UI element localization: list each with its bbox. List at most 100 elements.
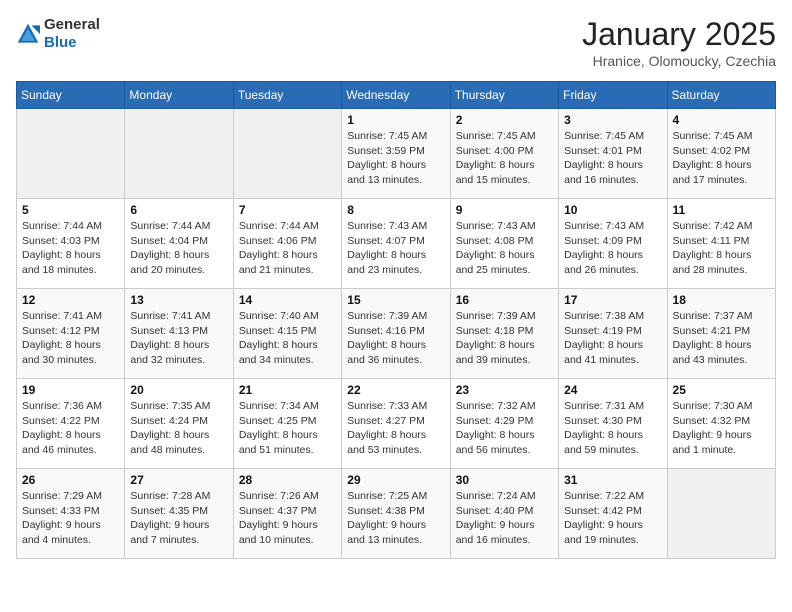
day-info: Sunrise: 7:35 AM Sunset: 4:24 PM Dayligh…: [130, 399, 227, 458]
day-info: Sunrise: 7:25 AM Sunset: 4:38 PM Dayligh…: [347, 489, 444, 548]
day-info: Sunrise: 7:44 AM Sunset: 4:04 PM Dayligh…: [130, 219, 227, 278]
calendar-cell: 23 Sunrise: 7:32 AM Sunset: 4:29 PM Dayli…: [450, 379, 558, 469]
calendar-cell: 29 Sunrise: 7:25 AM Sunset: 4:38 PM Dayli…: [342, 469, 450, 559]
day-info: Sunrise: 7:42 AM Sunset: 4:11 PM Dayligh…: [673, 219, 770, 278]
day-info: Sunrise: 7:32 AM Sunset: 4:29 PM Dayligh…: [456, 399, 553, 458]
day-number: 22: [347, 383, 444, 397]
day-number: 29: [347, 473, 444, 487]
calendar-cell: 18Sunrise: 7:37 AM Sunset: 4:21 PM Dayli…: [667, 289, 775, 379]
calendar-cell: 24 Sunrise: 7:31 AM Sunset: 4:30 PM Dayli…: [559, 379, 667, 469]
calendar-cell: 19 Sunrise: 7:36 AM Sunset: 4:22 PM Dayli…: [17, 379, 125, 469]
calendar-cell: 3 Sunrise: 7:45 AM Sunset: 4:01 PM Daylig…: [559, 109, 667, 199]
calendar-cell: 20 Sunrise: 7:35 AM Sunset: 4:24 PM Dayli…: [125, 379, 233, 469]
day-info: Sunrise: 7:28 AM Sunset: 4:35 PM Dayligh…: [130, 489, 227, 548]
day-number: 9: [456, 203, 553, 217]
day-number: 5: [22, 203, 119, 217]
calendar-cell: 25 Sunrise: 7:30 AM Sunset: 4:32 PM Dayli…: [667, 379, 775, 469]
day-number: 30: [456, 473, 553, 487]
day-info: Sunrise: 7:41 AM Sunset: 4:12 PM Dayligh…: [22, 309, 119, 368]
day-info: Sunrise: 7:44 AM Sunset: 4:06 PM Dayligh…: [239, 219, 336, 278]
day-info: Sunrise: 7:40 AM Sunset: 4:15 PM Dayligh…: [239, 309, 336, 368]
logo-icon: [16, 22, 40, 46]
day-info: Sunrise: 7:45 AM Sunset: 4:00 PM Dayligh…: [456, 129, 553, 188]
day-number: 3: [564, 113, 661, 127]
calendar-cell: [125, 109, 233, 199]
day-info: Sunrise: 7:37 AM Sunset: 4:21 PM Dayligh…: [673, 309, 770, 368]
calendar-cell: [233, 109, 341, 199]
calendar-cell: 17 Sunrise: 7:38 AM Sunset: 4:19 PM Dayli…: [559, 289, 667, 379]
weekday-header: Sunday: [17, 82, 125, 109]
calendar-cell: [667, 469, 775, 559]
calendar-cell: 4Sunrise: 7:45 AM Sunset: 4:02 PM Daylig…: [667, 109, 775, 199]
day-number: 15: [347, 293, 444, 307]
weekday-header: Thursday: [450, 82, 558, 109]
day-info: Sunrise: 7:43 AM Sunset: 4:08 PM Dayligh…: [456, 219, 553, 278]
day-info: Sunrise: 7:22 AM Sunset: 4:42 PM Dayligh…: [564, 489, 661, 548]
calendar-week-row: 5 Sunrise: 7:44 AM Sunset: 4:03 PM Daylig…: [17, 199, 776, 289]
day-number: 17: [564, 293, 661, 307]
day-number: 4: [673, 113, 770, 127]
day-number: 11: [673, 203, 770, 217]
logo-general: General: [44, 16, 100, 34]
day-number: 19: [22, 383, 119, 397]
day-number: 28: [239, 473, 336, 487]
weekday-header: Wednesday: [342, 82, 450, 109]
logo: General Blue: [16, 16, 100, 52]
day-info: Sunrise: 7:41 AM Sunset: 4:13 PM Dayligh…: [130, 309, 227, 368]
calendar-cell: 8 Sunrise: 7:43 AM Sunset: 4:07 PM Daylig…: [342, 199, 450, 289]
day-info: Sunrise: 7:43 AM Sunset: 4:07 PM Dayligh…: [347, 219, 444, 278]
calendar-week-row: 19 Sunrise: 7:36 AM Sunset: 4:22 PM Dayli…: [17, 379, 776, 469]
weekday-header: Tuesday: [233, 82, 341, 109]
day-info: Sunrise: 7:26 AM Sunset: 4:37 PM Dayligh…: [239, 489, 336, 548]
calendar-cell: 14 Sunrise: 7:40 AM Sunset: 4:15 PM Dayli…: [233, 289, 341, 379]
calendar-cell: 9 Sunrise: 7:43 AM Sunset: 4:08 PM Daylig…: [450, 199, 558, 289]
day-info: Sunrise: 7:38 AM Sunset: 4:19 PM Dayligh…: [564, 309, 661, 368]
day-number: 12: [22, 293, 119, 307]
day-number: 23: [456, 383, 553, 397]
logo-blue: Blue: [44, 34, 100, 52]
day-number: 27: [130, 473, 227, 487]
header: General Blue January 2025 Hranice, Olomo…: [16, 16, 776, 69]
calendar-cell: 13 Sunrise: 7:41 AM Sunset: 4:13 PM Dayli…: [125, 289, 233, 379]
day-number: 1: [347, 113, 444, 127]
calendar-week-row: 12 Sunrise: 7:41 AM Sunset: 4:12 PM Dayli…: [17, 289, 776, 379]
month-title: January 2025: [582, 16, 776, 53]
day-number: 2: [456, 113, 553, 127]
day-number: 16: [456, 293, 553, 307]
day-number: 13: [130, 293, 227, 307]
calendar-cell: 5 Sunrise: 7:44 AM Sunset: 4:03 PM Daylig…: [17, 199, 125, 289]
day-info: Sunrise: 7:43 AM Sunset: 4:09 PM Dayligh…: [564, 219, 661, 278]
calendar-cell: 15 Sunrise: 7:39 AM Sunset: 4:16 PM Dayli…: [342, 289, 450, 379]
day-info: Sunrise: 7:44 AM Sunset: 4:03 PM Dayligh…: [22, 219, 119, 278]
day-number: 14: [239, 293, 336, 307]
title-area: January 2025 Hranice, Olomoucky, Czechia: [582, 16, 776, 69]
calendar-week-row: 1Sunrise: 7:45 AM Sunset: 3:59 PM Daylig…: [17, 109, 776, 199]
calendar-cell: 31Sunrise: 7:22 AM Sunset: 4:42 PM Dayli…: [559, 469, 667, 559]
calendar-cell: 22Sunrise: 7:33 AM Sunset: 4:27 PM Dayli…: [342, 379, 450, 469]
calendar-cell: 30 Sunrise: 7:24 AM Sunset: 4:40 PM Dayli…: [450, 469, 558, 559]
day-info: Sunrise: 7:30 AM Sunset: 4:32 PM Dayligh…: [673, 399, 770, 458]
calendar-cell: 12 Sunrise: 7:41 AM Sunset: 4:12 PM Dayli…: [17, 289, 125, 379]
day-number: 25: [673, 383, 770, 397]
day-number: 26: [22, 473, 119, 487]
day-number: 8: [347, 203, 444, 217]
day-info: Sunrise: 7:29 AM Sunset: 4:33 PM Dayligh…: [22, 489, 119, 548]
calendar-cell: 16Sunrise: 7:39 AM Sunset: 4:18 PM Dayli…: [450, 289, 558, 379]
day-info: Sunrise: 7:36 AM Sunset: 4:22 PM Dayligh…: [22, 399, 119, 458]
day-info: Sunrise: 7:45 AM Sunset: 4:01 PM Dayligh…: [564, 129, 661, 188]
weekday-header: Saturday: [667, 82, 775, 109]
calendar-cell: 7Sunrise: 7:44 AM Sunset: 4:06 PM Daylig…: [233, 199, 341, 289]
weekday-header-row: SundayMondayTuesdayWednesdayThursdayFrid…: [17, 82, 776, 109]
calendar-cell: 10Sunrise: 7:43 AM Sunset: 4:09 PM Dayli…: [559, 199, 667, 289]
day-info: Sunrise: 7:34 AM Sunset: 4:25 PM Dayligh…: [239, 399, 336, 458]
calendar-week-row: 26 Sunrise: 7:29 AM Sunset: 4:33 PM Dayli…: [17, 469, 776, 559]
day-number: 6: [130, 203, 227, 217]
day-info: Sunrise: 7:39 AM Sunset: 4:16 PM Dayligh…: [347, 309, 444, 368]
calendar-cell: 11 Sunrise: 7:42 AM Sunset: 4:11 PM Dayli…: [667, 199, 775, 289]
day-number: 20: [130, 383, 227, 397]
calendar-cell: 1Sunrise: 7:45 AM Sunset: 3:59 PM Daylig…: [342, 109, 450, 199]
day-info: Sunrise: 7:31 AM Sunset: 4:30 PM Dayligh…: [564, 399, 661, 458]
day-number: 21: [239, 383, 336, 397]
day-number: 24: [564, 383, 661, 397]
day-info: Sunrise: 7:24 AM Sunset: 4:40 PM Dayligh…: [456, 489, 553, 548]
